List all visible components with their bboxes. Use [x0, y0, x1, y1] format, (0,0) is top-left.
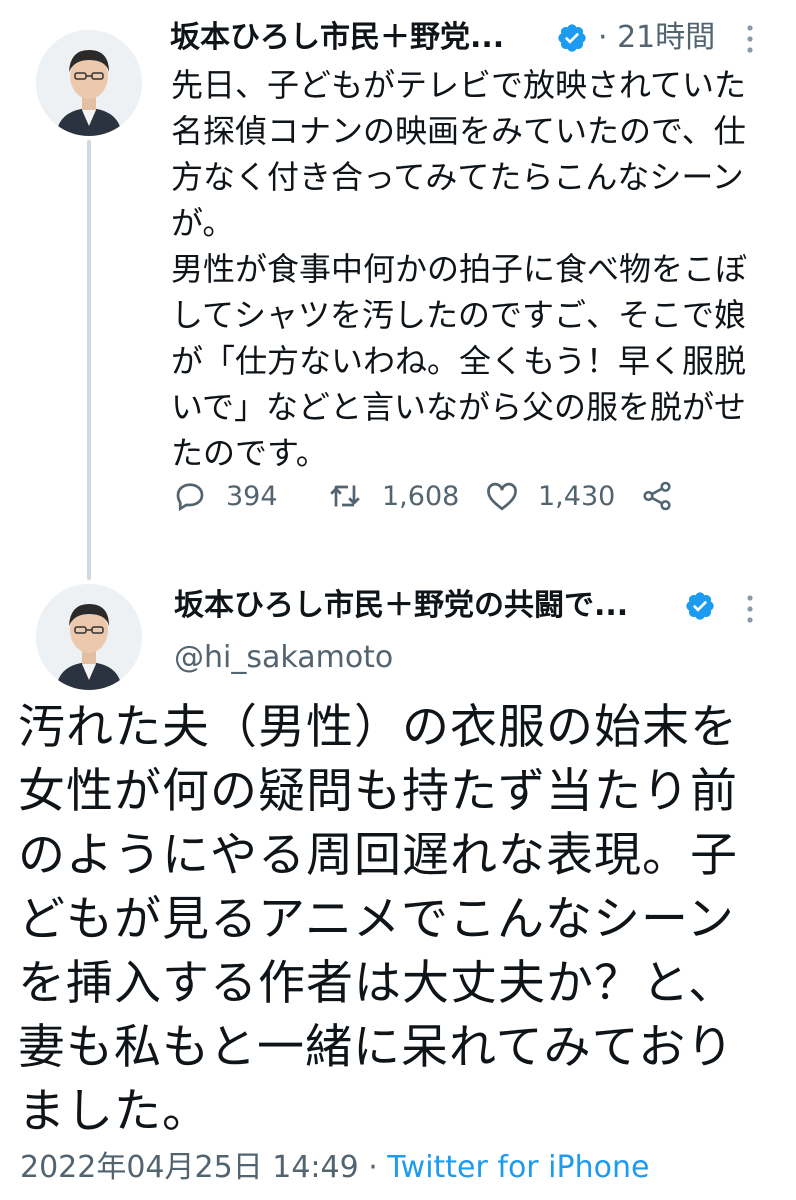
share-button[interactable]	[640, 478, 674, 514]
tweet-text: 先日、子どもがテレビで放映されていた 名探偵コナンの映画をみていたので、仕 方な…	[171, 66, 748, 472]
like-count: 1,430	[538, 480, 616, 512]
tweet-date[interactable]: 2022年04月25日 14:49	[20, 1150, 359, 1185]
avatar-photo	[36, 30, 142, 136]
like-icon	[487, 482, 517, 511]
thread-connector-line	[87, 140, 91, 580]
retweet-icon	[330, 485, 360, 507]
reply-icon	[176, 483, 204, 512]
more-icon[interactable]	[744, 24, 756, 54]
avatar[interactable]	[36, 30, 142, 136]
footer-separator: ·	[358, 1150, 388, 1185]
share-icon	[643, 481, 671, 511]
author-handle[interactable]: @hi_sakamoto	[174, 640, 393, 675]
retweet-button[interactable]: 1,608	[326, 478, 459, 514]
avatar-photo	[36, 584, 142, 690]
retweet-count: 1,608	[382, 480, 460, 512]
tweet-footer: 2022年04月25日 14:49 · Twitter for iPhone	[20, 1142, 649, 1186]
tweet-text: 汚れた夫（男性）の衣服の始末を 女性が何の疑問も持たず当たり前 のようにやる周回…	[18, 700, 738, 1139]
reply-count: 394	[226, 480, 278, 512]
tweet-source-link[interactable]: Twitter for iPhone	[387, 1150, 649, 1185]
author-name[interactable]: 坂本ひろし市民＋野党の共闘で...	[174, 588, 628, 624]
verified-badge-icon	[686, 592, 714, 620]
avatar[interactable]	[36, 584, 142, 690]
more-icon[interactable]	[744, 594, 756, 624]
author-name[interactable]: 坂本ひろし市民＋野党...	[170, 20, 504, 56]
verified-badge-icon	[558, 24, 586, 52]
like-button[interactable]: 1,430	[484, 478, 615, 514]
tweet-timestamp[interactable]: · 21時間	[598, 20, 715, 56]
reply-button[interactable]: 394	[172, 478, 278, 514]
